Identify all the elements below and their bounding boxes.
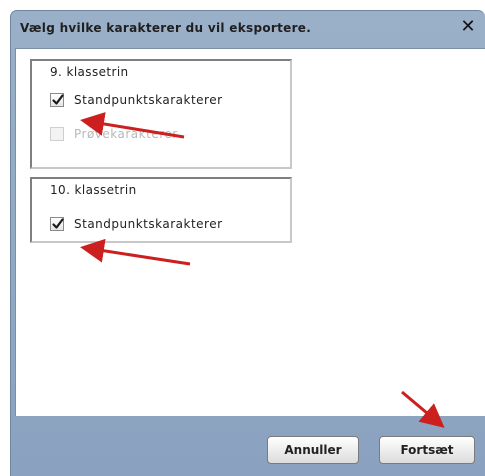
checkbox-box — [50, 127, 64, 141]
checkbox-box[interactable] — [50, 93, 64, 107]
checkmark-icon — [52, 94, 64, 105]
group-label: 10. klassetrin — [50, 183, 137, 197]
checkbox-box[interactable] — [50, 217, 64, 231]
group-10-klassetrin: 10. klassetrin Standpunktskarakterer — [30, 177, 292, 243]
cancel-button[interactable]: Annuller — [267, 436, 359, 464]
checkbox-label: Prøvekarakterer — [74, 127, 178, 141]
group-9-klassetrin: 9. klassetrin Standpunktskarakterer Prøv… — [30, 59, 292, 169]
dialog-title: Vælg hvilke karakterer du vil eksportere… — [20, 21, 312, 35]
close-symbol: ✕ — [460, 16, 476, 37]
checkbox-9-provekarakterer: Prøvekarakterer — [50, 125, 178, 143]
continue-button[interactable]: Fortsæt — [379, 436, 475, 464]
group-label: 9. klassetrin — [50, 65, 129, 79]
options-panel: 9. klassetrin Standpunktskarakterer Prøv… — [15, 48, 485, 416]
checkbox-9-standpunktskarakterer[interactable]: Standpunktskarakterer — [50, 91, 223, 109]
checkbox-label: Standpunktskarakterer — [74, 93, 223, 107]
dialog-titlebar: Vælg hvilke karakterer du vil eksportere… — [11, 11, 485, 45]
checkbox-label: Standpunktskarakterer — [74, 217, 223, 231]
close-icon[interactable]: ✕ — [459, 18, 477, 36]
checkmark-icon — [52, 218, 64, 229]
checkbox-10-standpunktskarakterer[interactable]: Standpunktskarakterer — [50, 215, 223, 233]
export-grades-dialog: Vælg hvilke karakterer du vil eksportere… — [10, 10, 485, 476]
